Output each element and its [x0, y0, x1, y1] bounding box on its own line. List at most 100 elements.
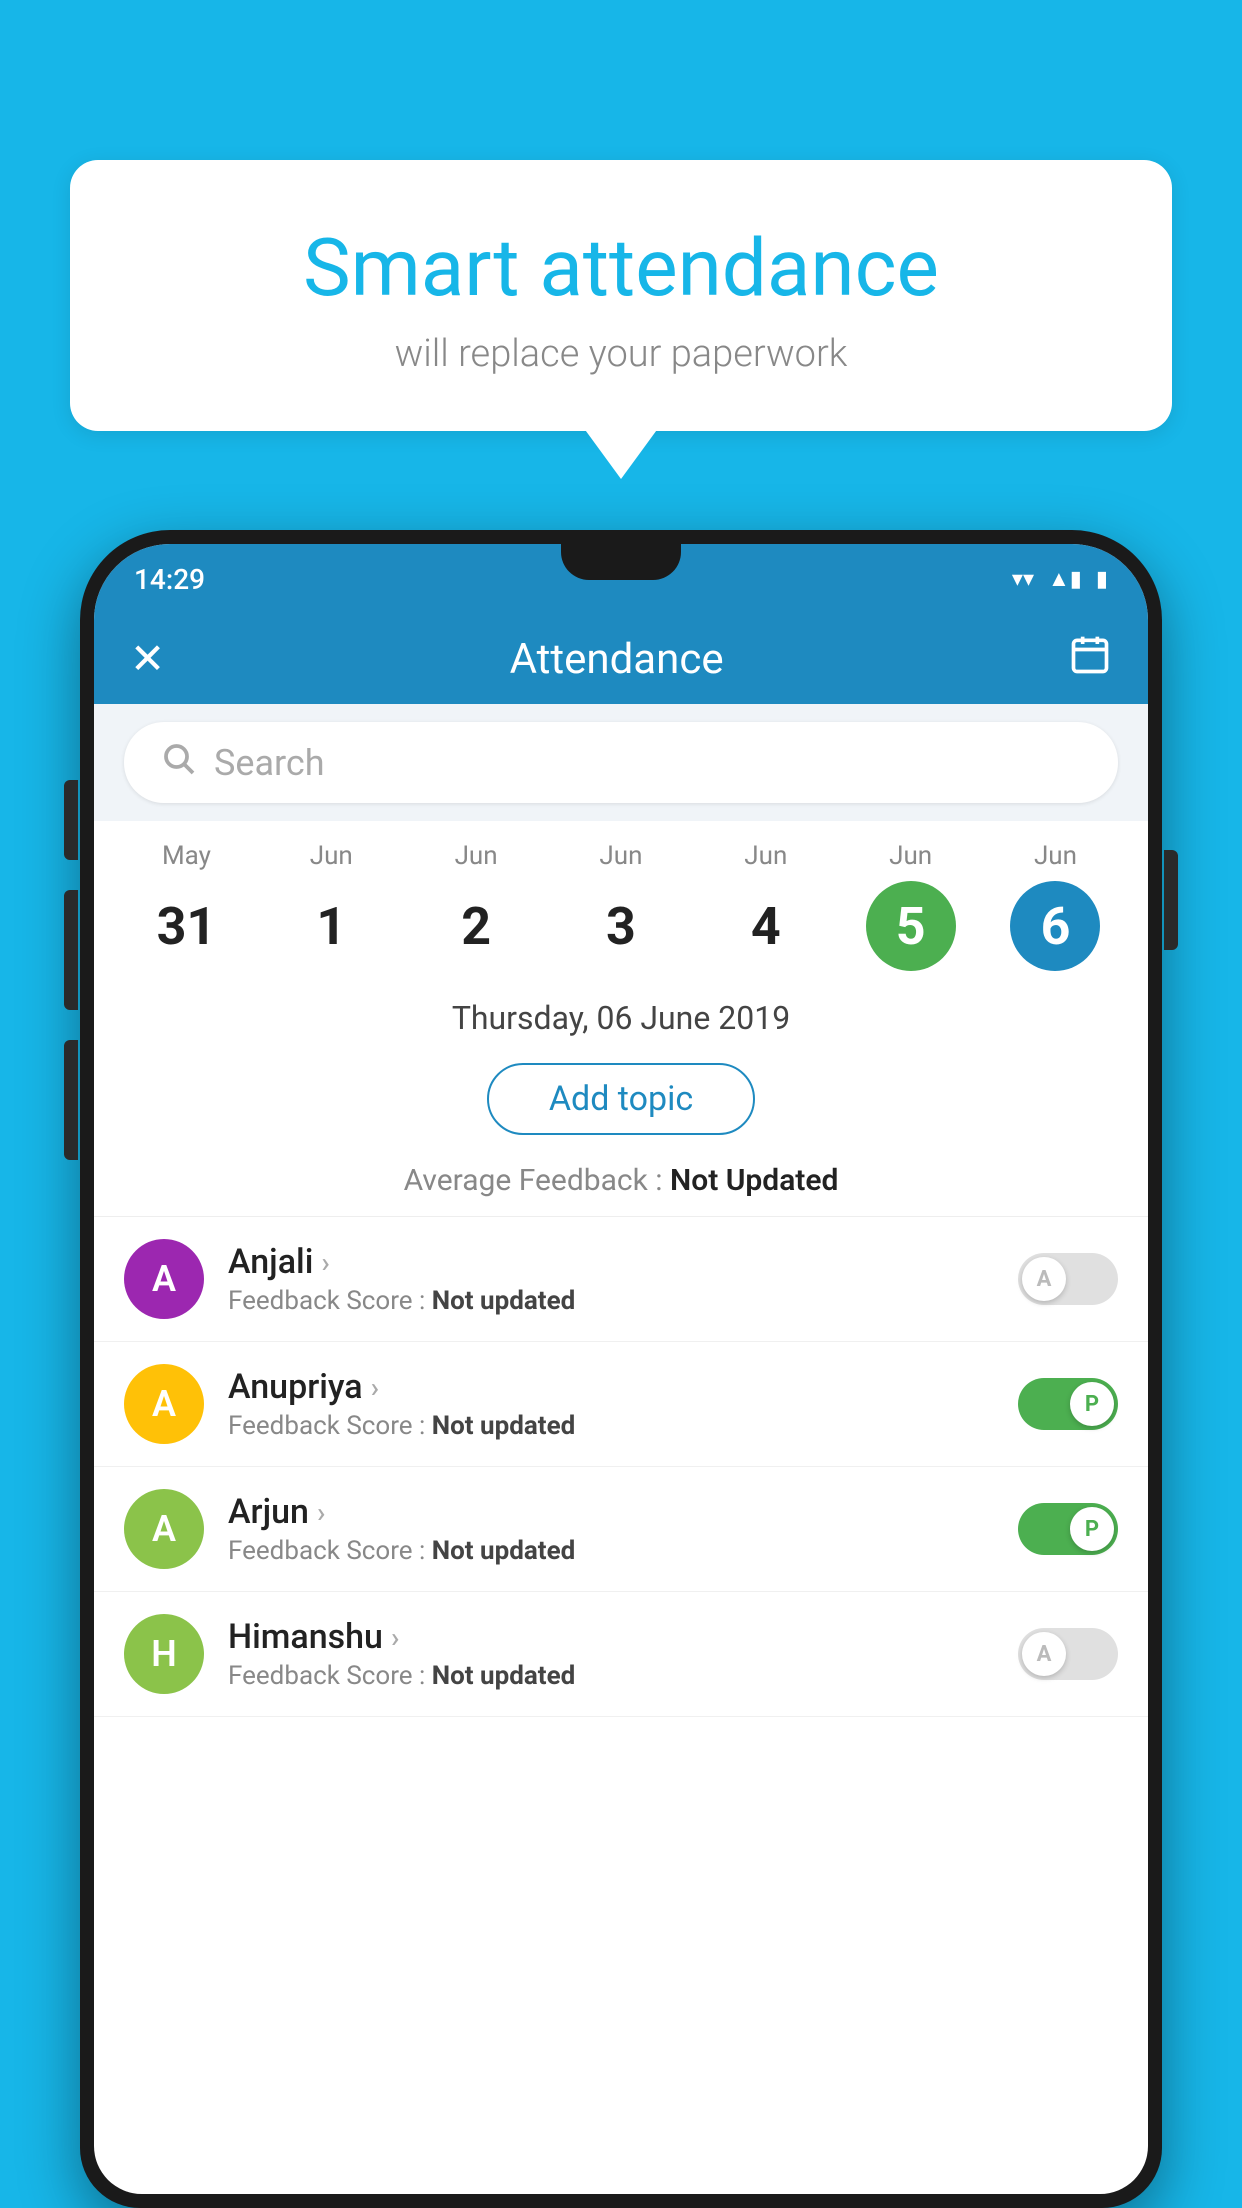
- search-bar[interactable]: Search: [124, 722, 1118, 803]
- cal-date-label: 4: [721, 881, 811, 971]
- student-list: AAnjali›Feedback Score : Not updatedAAAn…: [94, 1217, 1148, 1717]
- feedback-score: Feedback Score : Not updated: [228, 1536, 994, 1566]
- cal-date-label: 1: [286, 881, 376, 971]
- search-icon: [160, 740, 196, 785]
- battery-icon: ▮: [1096, 567, 1108, 592]
- student-avatar: H: [124, 1614, 204, 1694]
- student-name-text: Anupriya: [228, 1367, 363, 1407]
- avg-feedback-text: Average Feedback : Not Updated: [404, 1163, 839, 1198]
- cal-month-label: Jun: [889, 841, 932, 871]
- cal-date-label: 31: [141, 881, 231, 971]
- status-icons: ▾▾ ▲▮ ▮: [1012, 566, 1108, 592]
- student-item[interactable]: A Anupriya› Feedback Score : Not updated P: [94, 1342, 1148, 1467]
- phone-notch: [561, 544, 681, 580]
- silent-button: [64, 1040, 78, 1160]
- student-name: Arjun›: [228, 1492, 994, 1532]
- cal-month-label: May: [162, 841, 211, 871]
- feedback-score: Feedback Score : Not updated: [228, 1411, 994, 1441]
- attendance-toggle-container[interactable]: P: [1018, 1378, 1118, 1430]
- app-header: ✕ Attendance: [94, 614, 1148, 704]
- toggle-knob-label: A: [1022, 1257, 1066, 1301]
- chevron-right-icon: ›: [321, 1246, 329, 1279]
- student-item[interactable]: A Arjun› Feedback Score : Not updated P: [94, 1467, 1148, 1592]
- phone-screen: 14:29 ▾▾ ▲▮ ▮ ✕ Attendance: [94, 544, 1148, 2194]
- calendar-day[interactable]: Jun 1: [286, 841, 376, 971]
- bubble-subtitle: will replace your paperwork: [130, 332, 1112, 376]
- feedback-score: Feedback Score : Not updated: [228, 1286, 994, 1316]
- avg-feedback-label: Average Feedback :: [404, 1163, 670, 1198]
- feedback-score: Feedback Score : Not updated: [228, 1661, 994, 1691]
- attendance-toggle-container[interactable]: P: [1018, 1503, 1118, 1555]
- cal-month-label: Jun: [455, 841, 498, 871]
- chevron-right-icon: ›: [317, 1496, 325, 1529]
- calendar-day[interactable]: May 31: [141, 841, 231, 971]
- header-title: Attendance: [510, 635, 724, 684]
- student-name-text: Anjali: [228, 1242, 313, 1282]
- calendar-day[interactable]: Jun 2: [431, 841, 521, 971]
- phone-frame: 14:29 ▾▾ ▲▮ ▮ ✕ Attendance: [80, 530, 1162, 2208]
- student-name: Himanshu›: [228, 1617, 994, 1657]
- attendance-toggle-container[interactable]: A: [1018, 1628, 1118, 1680]
- calendar-day[interactable]: Jun 4: [721, 841, 811, 971]
- speech-bubble: Smart attendance will replace your paper…: [70, 160, 1172, 431]
- date-info: Thursday, 06 June 2019: [94, 981, 1148, 1049]
- cal-month-label: Jun: [599, 841, 642, 871]
- chevron-right-icon: ›: [391, 1621, 399, 1654]
- feedback-label: Feedback Score :: [228, 1411, 432, 1441]
- feedback-label: Feedback Score :: [228, 1661, 432, 1691]
- student-name-text: Arjun: [228, 1492, 309, 1532]
- signal-icon: ▲▮: [1048, 566, 1082, 592]
- calendar-day[interactable]: Jun 3: [576, 841, 666, 971]
- calendar-icon[interactable]: [1068, 633, 1112, 686]
- student-info: Himanshu› Feedback Score : Not updated: [228, 1617, 994, 1691]
- feedback-label: Feedback Score :: [228, 1286, 432, 1316]
- feedback-label: Feedback Score :: [228, 1536, 432, 1566]
- toggle-knob-label: A: [1022, 1632, 1066, 1676]
- student-avatar: A: [124, 1489, 204, 1569]
- student-info: Arjun› Feedback Score : Not updated: [228, 1492, 994, 1566]
- student-name-text: Himanshu: [228, 1617, 383, 1657]
- cal-date-label: 2: [431, 881, 521, 971]
- status-time: 14:29: [134, 563, 205, 596]
- add-topic-container: Add topic: [94, 1049, 1148, 1153]
- attendance-toggle[interactable]: A: [1018, 1628, 1118, 1680]
- attendance-toggle-container[interactable]: A: [1018, 1253, 1118, 1305]
- chevron-right-icon: ›: [371, 1371, 379, 1404]
- student-avatar: A: [124, 1364, 204, 1444]
- student-item[interactable]: A Anjali› Feedback Score : Not updated A: [94, 1217, 1148, 1342]
- student-avatar: A: [124, 1239, 204, 1319]
- volume-up-button: [64, 780, 78, 860]
- cal-date-label: 3: [576, 881, 666, 971]
- wifi-icon: ▾▾: [1012, 567, 1034, 592]
- calendar-strip: May 31 Jun 1 Jun 2 Jun 3 Jun 4 Jun 5 Jun 6: [94, 821, 1148, 981]
- average-feedback: Average Feedback : Not Updated: [94, 1153, 1148, 1217]
- attendance-toggle[interactable]: P: [1018, 1378, 1118, 1430]
- student-name: Anjali›: [228, 1242, 994, 1282]
- cal-month-label: Jun: [310, 841, 353, 871]
- volume-down-button: [64, 890, 78, 1010]
- bubble-title: Smart attendance: [130, 220, 1112, 316]
- feedback-value: Not updated: [432, 1661, 576, 1691]
- student-item[interactable]: H Himanshu› Feedback Score : Not updated A: [94, 1592, 1148, 1717]
- feedback-value: Not updated: [432, 1411, 576, 1441]
- search-container: Search: [94, 704, 1148, 821]
- student-info: Anupriya› Feedback Score : Not updated: [228, 1367, 994, 1441]
- attendance-toggle[interactable]: P: [1018, 1503, 1118, 1555]
- avg-feedback-value: Not Updated: [670, 1163, 838, 1198]
- feedback-value: Not updated: [432, 1536, 576, 1566]
- cal-month-label: Jun: [1034, 841, 1077, 871]
- cal-month-label: Jun: [744, 841, 787, 871]
- attendance-toggle[interactable]: A: [1018, 1253, 1118, 1305]
- cal-date-label: 6: [1010, 881, 1100, 971]
- student-info: Anjali› Feedback Score : Not updated: [228, 1242, 994, 1316]
- calendar-day[interactable]: Jun 6: [1010, 841, 1100, 971]
- cal-date-label: 5: [866, 881, 956, 971]
- add-topic-button[interactable]: Add topic: [487, 1063, 755, 1135]
- close-button[interactable]: ✕: [130, 634, 165, 684]
- search-input[interactable]: Search: [214, 742, 325, 784]
- calendar-day[interactable]: Jun 5: [866, 841, 956, 971]
- toggle-knob-label: P: [1070, 1507, 1114, 1551]
- feedback-value: Not updated: [432, 1286, 576, 1316]
- selected-date-label: Thursday, 06 June 2019: [452, 999, 790, 1037]
- toggle-knob-label: P: [1070, 1382, 1114, 1426]
